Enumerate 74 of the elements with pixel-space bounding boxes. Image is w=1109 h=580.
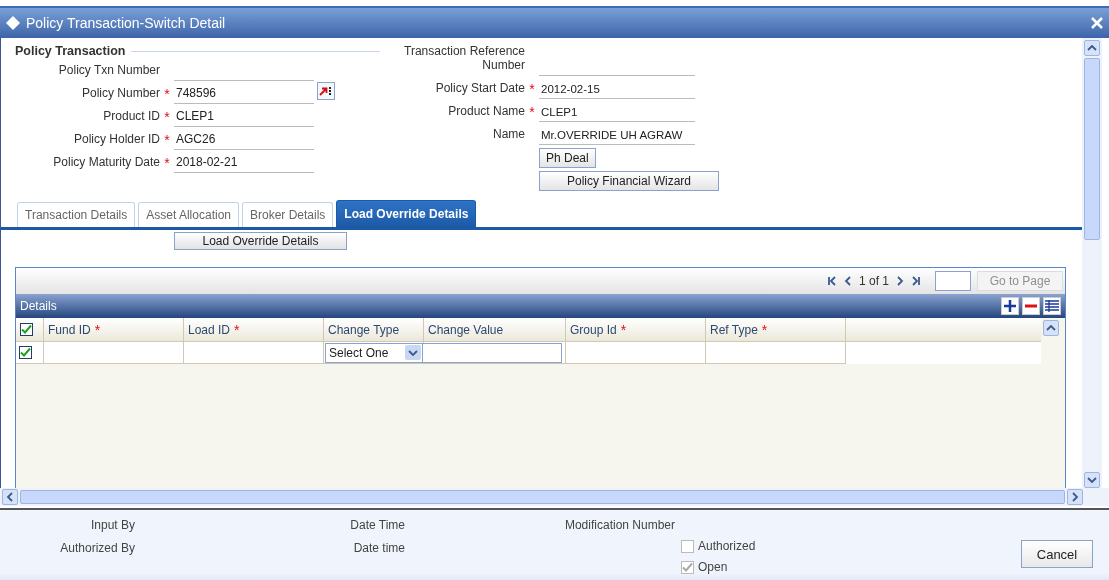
input-field[interactable]: CLEP1 [174, 104, 314, 127]
load-override-button[interactable]: Load Override Details [174, 232, 347, 250]
input-field[interactable]: 748596 [174, 81, 314, 104]
horizontal-scrollbar[interactable] [0, 488, 1109, 506]
column-label: Change Type [328, 322, 400, 337]
column-label: Change Value [428, 322, 504, 337]
required-mark: * [528, 104, 536, 122]
check-icon [20, 347, 31, 358]
last-page-icon[interactable] [911, 276, 921, 286]
input-field[interactable]: 2012-02-15 [539, 76, 695, 99]
audit-label: Authorized By [60, 541, 135, 555]
field-label: Product Name [447, 104, 525, 120]
checkbox-label: Open [698, 560, 728, 574]
audit-label: Date time [353, 541, 405, 555]
vertical-scrollbar[interactable] [1082, 38, 1102, 488]
required-mark: * [761, 321, 768, 338]
input-field[interactable]: CLEP1 [539, 99, 695, 122]
field-label: Policy Number [80, 86, 160, 102]
page-input[interactable] [935, 271, 971, 291]
required-mark: * [163, 109, 171, 127]
column-label: Group Id [570, 322, 617, 337]
list-view-button[interactable] [1043, 297, 1061, 315]
section-legend: Policy Transaction [15, 44, 126, 58]
minus-icon [1025, 304, 1037, 308]
change-type-select[interactable]: Select One [325, 342, 423, 363]
audit-label: Input By [90, 518, 135, 532]
required-mark: * [620, 321, 627, 338]
page-count: 1 of 1 [858, 274, 889, 288]
required-mark: * [163, 132, 171, 150]
arrow-list-icon [319, 86, 333, 96]
plus-icon [1004, 300, 1016, 312]
next-page-icon[interactable] [895, 276, 905, 286]
previous-page-icon[interactable] [842, 276, 853, 286]
lookup-button[interactable] [317, 82, 335, 100]
field-label: Policy Holder ID [72, 132, 160, 148]
required-mark: * [528, 81, 536, 99]
tab[interactable]: Broker Details [242, 202, 334, 227]
grid-title: Details [20, 299, 58, 313]
field-label: Policy Start Date [434, 81, 525, 97]
delete-row-button[interactable] [1022, 297, 1040, 315]
checkbox-label: Authorized [698, 539, 756, 553]
required-mark: * [94, 321, 101, 338]
cancel-button[interactable]: Cancel [1021, 540, 1093, 568]
first-page-icon[interactable] [826, 276, 837, 286]
required-mark: * [163, 155, 171, 173]
audit-label: Date Time [350, 518, 405, 532]
check-icon [682, 561, 693, 573]
tab[interactable]: Load Override Details [336, 200, 477, 227]
check-icon [21, 324, 32, 335]
column-label: Load ID [188, 322, 231, 337]
action-button[interactable]: Ph Deal [539, 148, 596, 168]
field-label: Transaction Reference Number [403, 44, 525, 74]
input-field[interactable]: Mr.OVERRIDE UH AGRAW [539, 122, 695, 145]
column-label: Fund ID [48, 322, 91, 337]
action-button[interactable]: Policy Financial Wizard [539, 171, 719, 191]
window-title: Policy Transaction-Switch Detail [26, 15, 227, 31]
select-all-checkbox[interactable] [20, 323, 33, 336]
field-label: Policy Txn Number [57, 63, 160, 79]
audit-label: Modification Number [564, 518, 675, 532]
field-label: Product ID [102, 109, 160, 125]
close-icon[interactable] [1091, 17, 1103, 29]
tab[interactable]: Asset Allocation [138, 202, 239, 227]
diamond-icon [6, 16, 20, 30]
column-label: Ref Type [710, 322, 758, 337]
field-label: Policy Maturity Date [52, 155, 160, 171]
required-mark: * [163, 86, 171, 104]
input-field[interactable]: AGC26 [174, 127, 314, 150]
required-mark: * [234, 321, 240, 338]
list-icon [1045, 300, 1059, 312]
row-checkbox[interactable] [19, 346, 32, 359]
tab[interactable]: Transaction Details [17, 202, 136, 227]
add-row-button[interactable] [1001, 297, 1019, 315]
input-field[interactable]: 2018-02-21 [174, 150, 314, 173]
field-label: Name [492, 127, 525, 143]
